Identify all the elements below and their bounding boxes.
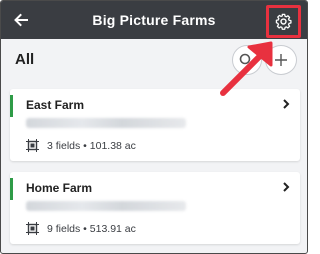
card-accent-bar xyxy=(10,178,13,200)
farm-card-home[interactable]: Home Farm 9 fields • 513.91 ac xyxy=(10,172,300,244)
farm-stats-text: 3 fields • 101.38 ac xyxy=(47,139,136,152)
chevron-right-icon xyxy=(283,182,290,192)
app-header: Big Picture Farms xyxy=(1,1,307,39)
page-title: Big Picture Farms xyxy=(92,12,216,28)
app-frame: Big Picture Farms All East Farm 3 fields… xyxy=(0,0,308,254)
card-accent-bar xyxy=(10,95,13,117)
redacted-text xyxy=(26,201,186,211)
farm-stats: 3 fields • 101.38 ac xyxy=(26,139,136,152)
farm-stats: 9 fields • 513.91 ac xyxy=(26,222,136,235)
farm-name: East Farm xyxy=(26,98,85,112)
section-title: All xyxy=(15,51,35,68)
field-icon xyxy=(26,139,39,152)
farm-name: Home Farm xyxy=(26,181,93,195)
settings-highlight xyxy=(266,5,301,38)
annotation-arrow-icon xyxy=(220,41,273,96)
redacted-text xyxy=(26,118,186,128)
farm-stats-text: 9 fields • 513.91 ac xyxy=(47,222,136,235)
field-icon xyxy=(26,222,39,235)
